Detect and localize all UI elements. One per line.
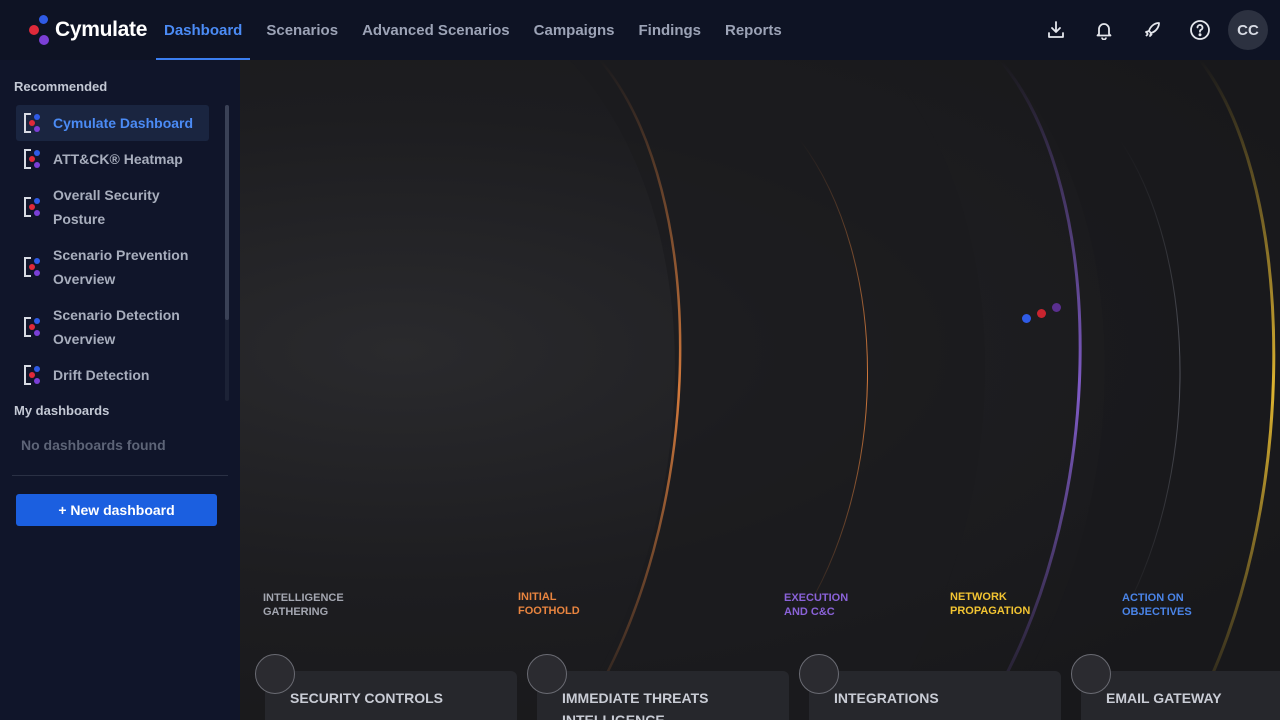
stage-network-propagation: Network propagation bbox=[950, 591, 1031, 617]
stage-execution-and-cc: Execution and C&C bbox=[784, 592, 849, 618]
recommended-title: Recommended bbox=[14, 79, 108, 94]
cymulate-logo[interactable]: Cymulate bbox=[26, 13, 147, 47]
dashboard-icon bbox=[22, 147, 44, 171]
stage-arcs bbox=[570, 60, 1280, 720]
card-title-email-gateway: EMAIL GATEWAY bbox=[1106, 690, 1222, 706]
nav-scenarios[interactable]: Scenarios bbox=[258, 0, 346, 60]
my-dashboards-title: My dashboards bbox=[14, 403, 110, 418]
sidebar-item-label: Scenario Prevention Overview bbox=[53, 247, 189, 287]
red-dot-icon bbox=[1037, 309, 1046, 318]
sidebar-item-label: Scenario Detection Overview bbox=[53, 307, 180, 347]
sidebar-item-scenario-prevention-overview[interactable]: Scenario Prevention Overview bbox=[16, 237, 209, 297]
bell-icon[interactable] bbox=[1084, 10, 1124, 50]
sidebar-item-cymulate-dashboard[interactable]: Cymulate Dashboard bbox=[16, 105, 209, 141]
rocket-icon[interactable] bbox=[1132, 10, 1172, 50]
sidebar-divider bbox=[12, 475, 228, 476]
dashboard-icon bbox=[22, 255, 44, 279]
dashboard-icon bbox=[22, 111, 44, 135]
card-icon-circle bbox=[1071, 654, 1111, 694]
sidebar-scrollbar[interactable] bbox=[225, 105, 229, 401]
kill-chain-visualization: Intelligence gathering Initial foothold … bbox=[240, 60, 1280, 720]
stage-intelligence-gathering: Intelligence gathering bbox=[263, 592, 344, 618]
stage-action-on-objectives: Action on objectives bbox=[1122, 592, 1192, 618]
help-icon[interactable] bbox=[1180, 10, 1220, 50]
dashboard-icon bbox=[22, 195, 44, 219]
blue-dot-icon bbox=[1022, 314, 1031, 323]
dashboard-icon bbox=[22, 363, 44, 387]
sidebar-item-label: Drift Detection bbox=[53, 367, 150, 383]
dashboards-sidebar: Recommended Cymulate Dashboard ATT&CK® H… bbox=[0, 60, 240, 720]
card-icon-circle bbox=[799, 654, 839, 694]
no-dashboards-text: No dashboards found bbox=[21, 437, 166, 453]
card-icon-circle bbox=[255, 654, 295, 694]
purple-dot-icon bbox=[1052, 303, 1061, 312]
nav-reports[interactable]: Reports bbox=[717, 0, 790, 60]
sidebar-scroll-thumb[interactable] bbox=[225, 105, 229, 320]
user-avatar[interactable]: CC bbox=[1228, 10, 1268, 50]
dashboard-icon bbox=[22, 315, 44, 339]
top-bar: Cymulate Dashboard Scenarios Advanced Sc… bbox=[0, 0, 1280, 60]
sidebar-item-label: ATT&CK® Heatmap bbox=[53, 151, 183, 167]
main-nav: Dashboard Scenarios Advanced Scenarios C… bbox=[156, 0, 798, 60]
card-title-security-controls: SECURITY CONTROLS bbox=[290, 690, 443, 706]
card-icon-circle bbox=[527, 654, 567, 694]
sidebar-item-label: Cymulate Dashboard bbox=[53, 115, 194, 131]
sidebar-item-drift-detection[interactable]: Drift Detection bbox=[16, 357, 209, 393]
top-actions: CC bbox=[1028, 10, 1268, 50]
sidebar-item-label: Overall Security Posture bbox=[53, 187, 160, 227]
card-title-immediate-threats: IMMEDIATE THREATS INTELLIGENCE bbox=[562, 690, 709, 720]
nav-findings[interactable]: Findings bbox=[631, 0, 710, 60]
card-title-integrations: INTEGRATIONS bbox=[834, 690, 939, 706]
brand-name: Cymulate bbox=[55, 18, 148, 41]
sidebar-item-scenario-detection-overview[interactable]: Scenario Detection Overview bbox=[16, 297, 209, 357]
stage-initial-foothold: Initial foothold bbox=[518, 591, 580, 617]
recommended-list: Cymulate Dashboard ATT&CK® Heatmap Overa… bbox=[16, 105, 209, 393]
nav-dashboard[interactable]: Dashboard bbox=[156, 0, 251, 60]
sidebar-item-attack-heatmap[interactable]: ATT&CK® Heatmap bbox=[16, 141, 209, 177]
nav-campaigns[interactable]: Campaigns bbox=[526, 0, 623, 60]
logo-dots-icon bbox=[26, 13, 52, 47]
download-icon[interactable] bbox=[1036, 10, 1076, 50]
sidebar-item-overall-security-posture[interactable]: Overall Security Posture bbox=[16, 177, 209, 237]
nav-advanced-scenarios[interactable]: Advanced Scenarios bbox=[354, 0, 518, 60]
new-dashboard-button[interactable]: + New dashboard bbox=[16, 494, 217, 526]
